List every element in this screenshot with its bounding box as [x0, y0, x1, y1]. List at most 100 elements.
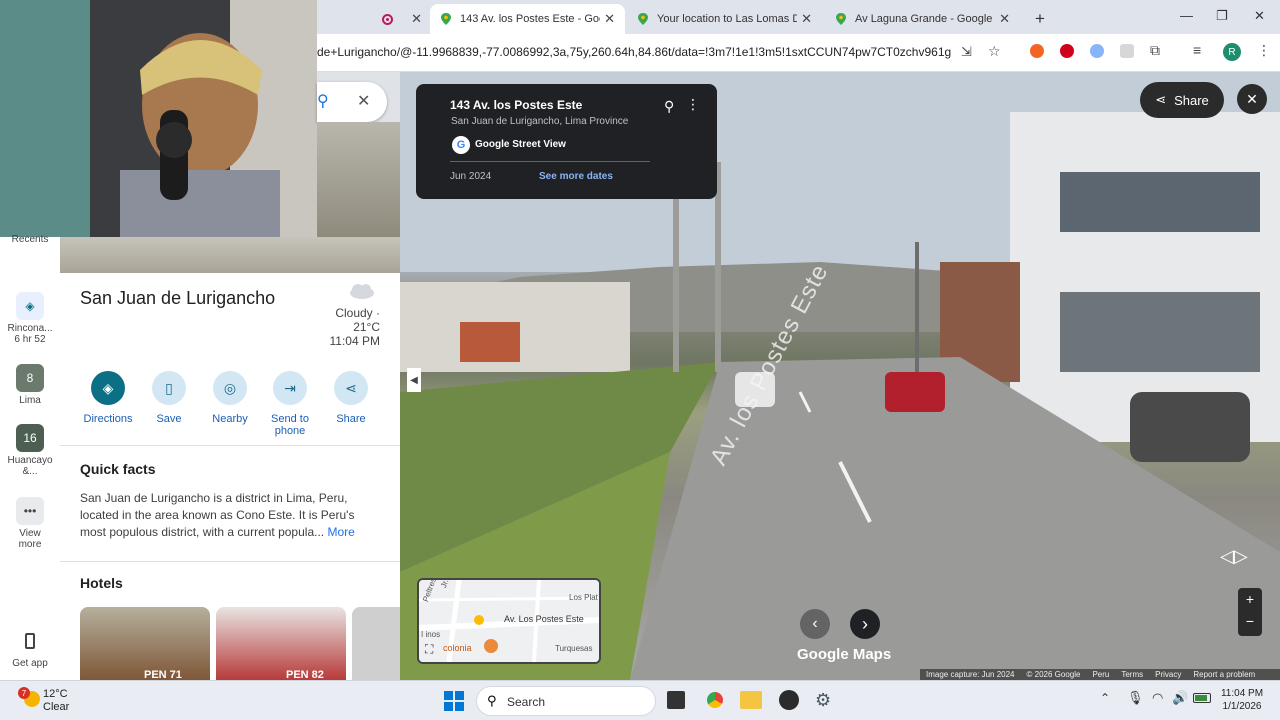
save-label: Save [156, 413, 182, 425]
new-tab-button[interactable]: + [1025, 4, 1049, 34]
bookmark-icon: ▯ [152, 371, 186, 405]
more-link[interactable]: More [327, 525, 354, 539]
expand-icon[interactable]: ⛶ [425, 642, 433, 657]
weather-widget[interactable]: 12°C Clear [43, 688, 69, 714]
chevron-up-icon[interactable]: ⌃ [1100, 691, 1110, 705]
battery-icon[interactable] [1193, 693, 1211, 703]
rail-get-app[interactable]: Get app [0, 627, 60, 669]
taskbar-search[interactable]: ⚲ Search [476, 686, 656, 716]
footer-privacy[interactable]: Privacy [1155, 670, 1181, 679]
system-clock[interactable]: 11:04 PM 1/1/2026 [1218, 687, 1266, 713]
rail-recents-label: Recents [11, 234, 49, 245]
send-to-phone-icon: ⇥ [273, 371, 307, 405]
directions-button[interactable]: ◈ Directions [78, 371, 138, 425]
hotel-card[interactable] [352, 607, 400, 680]
extension-grey-icon[interactable] [1120, 44, 1134, 58]
close-icon[interactable]: ✕ [999, 11, 1010, 27]
bookmark-star-icon[interactable]: ☆ [988, 43, 1001, 60]
directions-label: Directions [83, 413, 133, 425]
save-button[interactable]: ▯ Save [139, 371, 199, 425]
map-pin-icon[interactable]: ⚲ [664, 98, 674, 115]
weather-desc: Clear [43, 701, 70, 713]
share-button[interactable]: ⋖ Share [321, 371, 381, 425]
restore-icon[interactable]: ❐ [1216, 8, 1228, 24]
volume-icon[interactable]: 🔊 [1172, 690, 1188, 706]
windows-taskbar: 7 12°C Clear ⚲ Search ⚙ ⌃ 🎙 ◠ 🔊 11:04 PM… [0, 680, 1280, 720]
weather-widget-icon[interactable]: 7 [18, 687, 40, 709]
tab-active-streetview[interactable]: 143 Av. los Postes Este - Googl ✕ [430, 4, 625, 34]
settings-gear-icon[interactable]: ⚙ [815, 690, 831, 711]
hotel-card[interactable]: PEN 82 [216, 607, 346, 680]
adblock-icon[interactable] [1060, 44, 1074, 58]
send-to-phone-button[interactable]: ⇥ Send to phone [260, 371, 320, 437]
puzzle-icon[interactable]: ⧉ [1150, 42, 1160, 59]
kebab-menu-icon[interactable]: ⋮ [686, 96, 700, 113]
weather-time: 11:04 PM [329, 334, 380, 348]
close-search-icon[interactable]: ✕ [357, 91, 370, 111]
weather-badge: 7 [18, 687, 30, 699]
place-title: San Juan de Lurigancho [80, 288, 276, 308]
windows-start-icon[interactable] [444, 691, 464, 711]
place-hero-image[interactable] [317, 122, 400, 237]
record-icon [382, 13, 393, 25]
minimize-icon[interactable]: — [1180, 8, 1193, 23]
share-streetview-button[interactable]: ⋖ Share [1140, 82, 1224, 118]
wifi-icon[interactable]: ◠ [1152, 690, 1163, 706]
close-icon[interactable]: ✕ [411, 11, 422, 27]
footer-copyright: © 2026 Google [1026, 670, 1081, 679]
tab-label: 143 Av. los Postes Este - Googl [460, 13, 600, 25]
hotel-card[interactable]: PEN 71 [80, 607, 210, 680]
rail-item-huancayo[interactable]: 16 Huancayo &... [0, 424, 60, 477]
task-view-icon[interactable] [667, 691, 685, 709]
divider [60, 561, 400, 562]
obs-icon[interactable] [779, 690, 799, 710]
compass-icon[interactable]: ◁▷ [1220, 546, 1280, 576]
footer-terms[interactable]: Terms [1121, 670, 1143, 679]
tab-recording[interactable]: ✕ [372, 4, 432, 34]
chrome-icon[interactable] [704, 689, 726, 711]
media-controls-icon[interactable]: ≡ [1193, 42, 1201, 58]
webcam-person-image [0, 0, 317, 237]
collapse-panel-button[interactable]: ◀ [407, 368, 421, 392]
kebab-menu-icon[interactable]: ⋮ [1257, 42, 1271, 59]
left-rail: Recents ◈ Rincona... 6 hr 52 8 Lima 16 H… [0, 234, 60, 680]
exit-streetview-button[interactable]: ✕ [1237, 84, 1267, 114]
zoom-out-button[interactable]: − [1238, 610, 1262, 632]
profile-avatar[interactable]: R [1223, 43, 1241, 61]
rail-item-rinconada[interactable]: ◈ Rincona... 6 hr 52 [0, 292, 60, 345]
install-icon[interactable]: ⇲ [961, 44, 972, 60]
window-close-icon[interactable]: ✕ [1254, 8, 1265, 24]
quick-facts-text: San Juan de Lurigancho is a district in … [80, 490, 375, 541]
search-extension-icon[interactable] [1090, 44, 1104, 58]
prev-image-button[interactable]: ‹ [800, 609, 830, 639]
search-icon[interactable]: ⚲ [317, 91, 329, 111]
tab-laguna-grande[interactable]: Av Laguna Grande - Google Ma ✕ [825, 4, 1020, 34]
nearby-label: Nearby [212, 413, 248, 425]
tab-las-lomas[interactable]: Your location to Las Lomas De ✕ [627, 4, 822, 34]
url-text[interactable]: de+Lurigancho/@-11.9968839,-77.0086992,3… [317, 45, 952, 59]
mini-map-label: Los Plat [569, 593, 598, 602]
divider [60, 445, 400, 446]
search-box[interactable]: ⚲ ✕ [317, 82, 387, 122]
close-icon[interactable]: ✕ [801, 11, 812, 27]
share-icon: ⋖ [1155, 92, 1167, 107]
file-explorer-icon[interactable] [740, 691, 762, 709]
close-icon[interactable]: ✕ [604, 11, 615, 27]
footer-country[interactable]: Peru [1092, 670, 1109, 679]
nearby-icon: ◎ [213, 371, 247, 405]
hotel-price: PEN 82 [286, 669, 324, 680]
see-more-dates-link[interactable]: See more dates [539, 171, 613, 182]
rail-item-lima[interactable]: 8 Lima [0, 364, 60, 406]
rail-view-more[interactable]: ••• View more [0, 497, 60, 550]
nearby-button[interactable]: ◎ Nearby [200, 371, 260, 425]
place-photo-strip[interactable] [60, 237, 400, 273]
next-image-button[interactable]: › [850, 609, 880, 639]
extension-icon[interactable] [1030, 44, 1044, 58]
microphone-icon[interactable]: 🎙 [1127, 690, 1144, 706]
zoom-in-button[interactable]: + [1238, 588, 1262, 610]
mini-map[interactable]: Jr. Saltre Los Plat Peltres Av. Los Post… [417, 578, 601, 664]
tab-label: Av Laguna Grande - Google Ma [855, 13, 995, 25]
share-label: Share [336, 413, 366, 425]
rail-item-label: Huancayo &... [7, 455, 53, 477]
footer-report[interactable]: Report a problem [1193, 670, 1255, 679]
